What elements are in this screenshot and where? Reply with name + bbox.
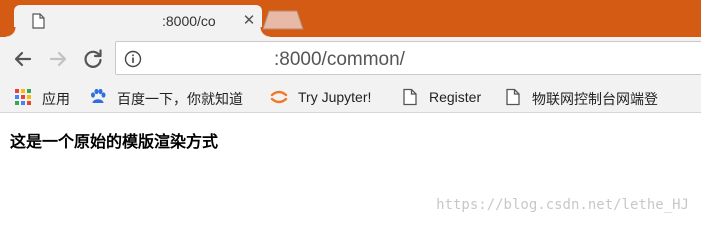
bookmark-jupyter[interactable]: Try Jupyter! bbox=[270, 88, 388, 108]
tab-strip: :8000/co ✕ bbox=[0, 0, 701, 37]
apps-grid-icon bbox=[15, 89, 31, 105]
bookmark-apps[interactable]: 应用 bbox=[14, 88, 76, 108]
address-bar[interactable]: :8000/common/ bbox=[115, 41, 701, 75]
bookmark-label: Try Jupyter! bbox=[298, 89, 372, 105]
toolbar: :8000/common/ bbox=[0, 37, 701, 81]
browser-window: :8000/co ✕ :8000/common/ 应用 百度一下，你就知道 Tr… bbox=[0, 0, 701, 226]
bookmarks-bar: 应用 百度一下，你就知道 Try Jupyter! Register 物联网控制… bbox=[0, 81, 701, 113]
page-content: 这是一个原始的模版渲染方式 https://blog.csdn.net/leth… bbox=[0, 114, 701, 226]
reload-icon[interactable] bbox=[81, 47, 105, 71]
page-icon bbox=[403, 88, 417, 106]
url-text[interactable]: :8000/common/ bbox=[274, 49, 405, 71]
page-heading: 这是一个原始的模版渲染方式 bbox=[10, 134, 219, 151]
bookmark-label: Register bbox=[429, 89, 482, 105]
bookmark-label: 物联网控制台网端登 bbox=[532, 91, 658, 107]
page-icon bbox=[506, 88, 520, 106]
bookmark-label: 百度一下，你就知道 bbox=[117, 91, 243, 107]
page-icon bbox=[32, 13, 45, 29]
bookmark-register[interactable]: Register bbox=[401, 88, 493, 108]
jupyter-icon bbox=[270, 90, 288, 104]
arrow-right-icon[interactable] bbox=[46, 47, 70, 71]
bookmark-iot-console[interactable]: 物联网控制台网端登 bbox=[504, 88, 694, 108]
close-icon[interactable]: ✕ bbox=[242, 11, 256, 29]
watermark: https://blog.csdn.net/lethe_HJ bbox=[436, 197, 689, 213]
bookmark-baidu[interactable]: 百度一下，你就知道 bbox=[89, 88, 259, 108]
tab-title: :8000/co bbox=[162, 13, 216, 29]
active-tab[interactable]: :8000/co ✕ bbox=[6, 5, 270, 37]
bookmark-label: 应用 bbox=[42, 91, 70, 107]
baidu-paw-icon bbox=[91, 88, 106, 103]
arrow-left-icon[interactable] bbox=[11, 47, 35, 71]
new-tab-button[interactable] bbox=[262, 10, 304, 30]
info-icon[interactable] bbox=[124, 50, 142, 68]
